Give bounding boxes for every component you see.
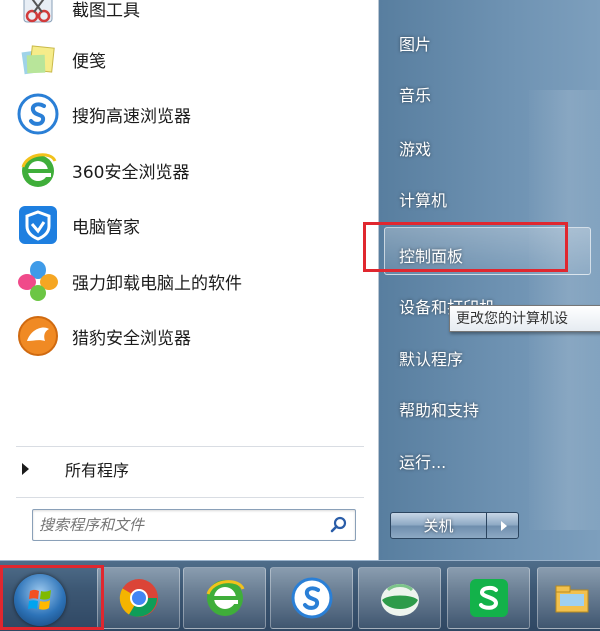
program-item-snipping-tool[interactable]: 截图工具 — [16, 0, 366, 32]
cheetah-browser-icon — [16, 314, 60, 358]
sticky-notes-icon — [16, 37, 60, 81]
programs-pane: 截图工具 便笺 搜狗高速浏览器 360安全浏览器 电脑管家 强力卸载电脑上的软件… — [0, 0, 379, 560]
program-label: 便笺 — [72, 51, 106, 72]
scissors-icon — [16, 0, 60, 30]
shutdown-button[interactable]: 关机 — [390, 512, 487, 539]
program-label: 截图工具 — [72, 0, 140, 21]
taskbar-chrome[interactable] — [97, 567, 180, 629]
360-browser-icon — [206, 580, 244, 616]
program-label: 电脑管家 — [72, 217, 140, 238]
menu-item-help-support[interactable]: 帮助和支持 — [399, 394, 479, 424]
menu-item-run[interactable]: 运行... — [399, 446, 446, 476]
divider — [16, 497, 364, 498]
program-item-sogou-browser[interactable]: 搜狗高速浏览器 — [16, 90, 366, 138]
search-icon[interactable] — [329, 515, 349, 535]
chrome-icon — [119, 579, 158, 617]
program-item-uninstaller[interactable]: 强力卸载电脑上的软件 — [16, 257, 366, 305]
sogou-browser-icon — [291, 577, 332, 619]
program-label: 猎豹安全浏览器 — [72, 328, 191, 349]
program-item-pc-manager[interactable]: 电脑管家 — [16, 201, 366, 249]
taskbar-file-explorer[interactable] — [537, 567, 600, 629]
all-programs-button[interactable]: 所有程序 — [22, 456, 129, 482]
tooltip: 更改您的计算机设 — [449, 305, 600, 332]
360-browser-icon — [16, 148, 60, 192]
program-item-360-browser[interactable]: 360安全浏览器 — [16, 146, 366, 194]
all-programs-label: 所有程序 — [65, 461, 130, 480]
menu-item-music[interactable]: 音乐 — [399, 79, 431, 109]
menu-item-pictures[interactable]: 图片 — [399, 28, 431, 58]
menu-item-computer[interactable]: 计算机 — [399, 184, 447, 214]
taskbar-wps-spreadsheet[interactable] — [447, 567, 530, 629]
taskbar-green-app[interactable] — [358, 567, 441, 629]
chevron-right-icon — [500, 520, 507, 531]
divider — [16, 446, 364, 447]
search-box[interactable] — [32, 509, 356, 541]
shutdown-options-button[interactable] — [487, 512, 519, 539]
annotation-start-button-box — [0, 565, 104, 630]
annotation-highlight-box — [363, 222, 568, 272]
taskbar-360-browser[interactable] — [183, 567, 266, 629]
program-item-cheetah-browser[interactable]: 猎豹安全浏览器 — [16, 312, 366, 360]
taskbar-sogou-browser[interactable] — [270, 567, 353, 629]
uninstaller-icon — [16, 259, 60, 303]
triangle-right-icon — [22, 463, 29, 475]
program-item-sticky-notes[interactable]: 便笺 — [16, 35, 366, 83]
wps-spreadsheet-icon — [469, 579, 508, 617]
file-explorer-icon — [555, 585, 589, 613]
program-label: 360安全浏览器 — [72, 162, 190, 183]
pc-manager-shield-icon — [16, 203, 60, 247]
sogou-browser-icon — [16, 92, 60, 136]
search-input[interactable] — [39, 510, 309, 540]
menu-item-default-programs[interactable]: 默认程序 — [399, 343, 463, 373]
program-label: 强力卸载电脑上的软件 — [72, 273, 242, 294]
menu-item-games[interactable]: 游戏 — [399, 133, 431, 163]
green-app-icon — [380, 584, 419, 616]
program-label: 搜狗高速浏览器 — [72, 106, 191, 127]
